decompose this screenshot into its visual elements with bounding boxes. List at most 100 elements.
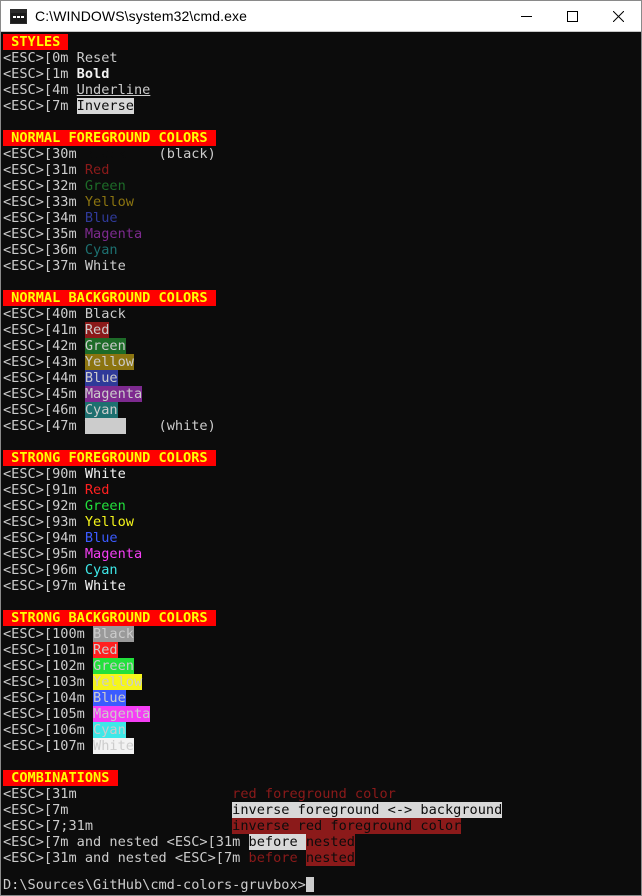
escape-code: <ESC>[45m xyxy=(3,386,85,402)
combination-sample: red foreground color xyxy=(232,786,396,802)
minimize-button[interactable] xyxy=(503,1,549,31)
color-sample: White xyxy=(84,466,126,482)
prompt-path: D:\Sources\GitHub\cmd-colors-gruvbox> xyxy=(3,877,306,893)
color-sample: Magenta xyxy=(84,386,143,402)
minimize-icon xyxy=(520,15,532,17)
combination-row: <ESC>[7m and nested <ESC>[31m before nes… xyxy=(3,834,641,850)
escape-code: <ESC>[100m xyxy=(3,626,94,642)
escape-code: <ESC>[105m xyxy=(3,706,94,722)
color-row: <ESC>[106m Cyan xyxy=(3,722,641,738)
color-row: <ESC>[45m Magenta xyxy=(3,386,641,402)
escape-code: <ESC>[41m xyxy=(3,322,85,338)
command-prompt[interactable]: D:\Sources\GitHub\cmd-colors-gruvbox> xyxy=(3,877,314,893)
color-sample: Blue xyxy=(84,530,118,546)
color-sample: Green xyxy=(93,658,134,674)
escape-code: <ESC>[30m xyxy=(3,146,85,162)
color-row: <ESC>[41m Red xyxy=(3,322,641,338)
color-sample: Black xyxy=(84,306,126,322)
color-sample: Cyan xyxy=(84,242,118,258)
escape-code: <ESC>[90m xyxy=(3,466,85,482)
color-row: <ESC>[102m Green xyxy=(3,658,641,674)
color-row: <ESC>[100m Black xyxy=(3,626,641,642)
section-header-label: STRONG BACKGROUND COLORS xyxy=(3,610,216,626)
escape-code: <ESC>[47m xyxy=(3,418,85,434)
maximize-button[interactable] xyxy=(549,1,595,31)
escape-code: <ESC>[94m xyxy=(3,530,85,546)
escape-code: <ESC>[43m xyxy=(3,354,85,370)
escape-code: <ESC>[7m xyxy=(3,802,69,818)
escape-code: <ESC>[95m xyxy=(3,546,85,562)
escape-code: <ESC>[31m xyxy=(3,162,85,178)
combination-row: <ESC>[7m inverse foreground <-> backgrou… xyxy=(3,802,641,818)
escape-code: <ESC>[40m xyxy=(3,306,85,322)
color-row: <ESC>[93m Yellow xyxy=(3,514,641,530)
color-sample: Green xyxy=(84,498,126,514)
combination-row: <ESC>[31m red foreground color xyxy=(3,786,641,802)
maximize-icon xyxy=(566,10,578,22)
close-button[interactable] xyxy=(595,1,641,31)
block-cursor xyxy=(305,877,314,892)
color-row: <ESC>[32m Green xyxy=(3,178,641,194)
color-row: <ESC>[43m Yellow xyxy=(3,354,641,370)
combination-sample-after: nested xyxy=(305,850,355,866)
color-row: <ESC>[94m Blue xyxy=(3,530,641,546)
escape-code: <ESC>[33m xyxy=(3,194,85,210)
color-sample: Blue xyxy=(84,210,118,226)
section-header: STRONG BACKGROUND COLORS xyxy=(3,610,641,626)
color-sample: Red xyxy=(84,482,110,498)
escape-code: <ESC>[42m xyxy=(3,338,85,354)
color-row: <ESC>[92m Green xyxy=(3,498,641,514)
style-row: <ESC>[4m Underline xyxy=(3,82,641,98)
color-row: <ESC>[103m Yellow xyxy=(3,674,641,690)
color-row: <ESC>[47m White (white) xyxy=(3,418,641,434)
color-row: <ESC>[44m Blue xyxy=(3,370,641,386)
color-row: <ESC>[37m White xyxy=(3,258,641,274)
escape-code: <ESC>[32m xyxy=(3,178,85,194)
color-row: <ESC>[30m Black (black) xyxy=(3,146,641,162)
section-header-label: STRONG FOREGROUND COLORS xyxy=(3,450,216,466)
color-sample: White xyxy=(84,578,126,594)
color-sample: Red xyxy=(84,322,110,338)
escape-code: <ESC>[0m xyxy=(3,50,77,66)
console-output[interactable]: STYLES <ESC>[0m Reset <ESC>[1m Bold <ESC>[… xyxy=(1,32,641,895)
escape-code: <ESC>[93m xyxy=(3,514,85,530)
escape-code: <ESC>[97m xyxy=(3,578,85,594)
color-row: <ESC>[33m Yellow xyxy=(3,194,641,210)
color-row: <ESC>[42m Green xyxy=(3,338,641,354)
color-row: <ESC>[90m White xyxy=(3,466,641,482)
color-row: <ESC>[91m Red xyxy=(3,482,641,498)
color-sample: Green xyxy=(84,338,126,354)
color-row: <ESC>[95m Magenta xyxy=(3,546,641,562)
color-sample: White xyxy=(93,738,134,754)
window-title: C:\WINDOWS\system32\cmd.exe xyxy=(35,8,247,24)
color-row: <ESC>[36m Cyan xyxy=(3,242,641,258)
color-sample: Yellow xyxy=(84,514,134,530)
color-row: <ESC>[107m White xyxy=(3,738,641,754)
color-row: <ESC>[101m Red xyxy=(3,642,641,658)
color-sample: Red xyxy=(93,642,118,658)
escape-code: <ESC>[107m xyxy=(3,738,94,754)
color-row: <ESC>[96m Cyan xyxy=(3,562,641,578)
color-sample: Cyan xyxy=(84,562,118,578)
combination-sample: inverse foreground <-> background xyxy=(232,802,503,818)
escape-code: <ESC>[35m xyxy=(3,226,85,242)
color-row: <ESC>[34m Blue xyxy=(3,210,641,226)
escape-code: <ESC>[101m xyxy=(3,642,94,658)
color-row: <ESC>[40m Black xyxy=(3,306,641,322)
color-sample: White xyxy=(84,418,126,434)
escape-code: <ESC>[106m xyxy=(3,722,94,738)
color-sample: Magenta xyxy=(84,546,143,562)
cmd-window: C:\WINDOWS\system32\cmd.exe STYLES <ESC>… xyxy=(0,0,642,896)
style-sample: Underline xyxy=(76,82,151,98)
color-sample: White xyxy=(84,258,126,274)
style-row: <ESC>[7m Inverse xyxy=(3,98,641,114)
title-bar[interactable]: C:\WINDOWS\system32\cmd.exe xyxy=(1,1,641,32)
